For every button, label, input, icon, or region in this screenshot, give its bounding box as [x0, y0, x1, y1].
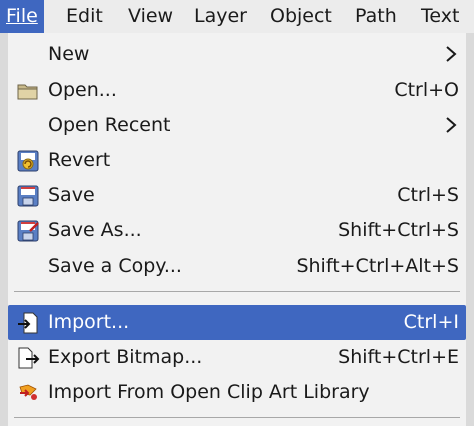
menu-item-revert[interactable]: Revert: [8, 143, 466, 178]
save-icon: [17, 185, 39, 207]
menu-item-save-as-shortcut: Shift+Ctrl+S: [338, 219, 459, 241]
menu-layer-label: Layer: [194, 5, 247, 27]
dropdown-left-border: [0, 33, 8, 426]
menu-view[interactable]: View: [122, 0, 179, 33]
menu-item-save-copy[interactable]: Save a Copy... Shift+Ctrl+Alt+S: [8, 249, 466, 284]
dropdown-right-border: [466, 33, 474, 426]
menu-object[interactable]: Object: [264, 0, 338, 33]
menu-file[interactable]: File: [0, 0, 44, 33]
menu-item-export-bitmap[interactable]: Export Bitmap... Shift+Ctrl+E: [8, 340, 466, 375]
export-icon: [18, 347, 40, 369]
menu-item-revert-label: Revert: [48, 149, 111, 171]
menu-item-save-label: Save: [48, 184, 95, 206]
menu-item-import[interactable]: Import... Ctrl+I: [8, 305, 466, 340]
menu-item-save-as-label: Save As...: [48, 219, 142, 241]
menu-item-save-copy-label: Save a Copy...: [48, 255, 182, 277]
menu-bar: File Edit View Layer Object Path Text: [0, 0, 474, 33]
menu-object-label: Object: [270, 5, 332, 27]
menu-item-import-shortcut: Ctrl+I: [403, 311, 459, 333]
folder-icon: [17, 84, 38, 100]
chevron-right-icon: [446, 46, 457, 62]
menu-separator: [14, 291, 460, 292]
menu-item-save[interactable]: Save Ctrl+S: [8, 178, 466, 213]
menu-path[interactable]: Path: [349, 0, 403, 33]
menu-item-export-bitmap-label: Export Bitmap...: [48, 346, 203, 368]
menu-item-new[interactable]: New: [8, 37, 466, 72]
menu-edit[interactable]: Edit: [60, 0, 109, 33]
menu-item-save-shortcut: Ctrl+S: [397, 184, 459, 206]
file-menu-dropdown: New Open... Ctrl+O Open Recent Revert Sa…: [0, 33, 474, 426]
menu-item-open-shortcut: Ctrl+O: [394, 79, 459, 101]
menu-item-new-label: New: [48, 43, 90, 65]
menu-layer[interactable]: Layer: [188, 0, 253, 33]
menu-item-open-recent[interactable]: Open Recent: [8, 108, 466, 143]
menu-item-import-label: Import...: [48, 311, 130, 333]
clipart-icon: [19, 384, 37, 400]
menu-item-import-clipart[interactable]: Import From Open Clip Art Library: [8, 375, 466, 410]
menu-item-import-clipart-label: Import From Open Clip Art Library: [48, 381, 370, 403]
menu-item-open[interactable]: Open... Ctrl+O: [8, 73, 466, 108]
menu-item-open-label: Open...: [48, 79, 117, 101]
chevron-right-icon: [446, 117, 457, 133]
import-icon: [18, 312, 38, 334]
menu-path-label: Path: [355, 5, 397, 27]
menu-item-save-as[interactable]: Save As... Shift+Ctrl+S: [8, 213, 466, 248]
menu-text-label: Text: [421, 5, 460, 27]
save-as-icon: [17, 220, 39, 242]
menu-edit-label: Edit: [66, 5, 103, 27]
menu-item-export-bitmap-shortcut: Shift+Ctrl+E: [338, 346, 459, 368]
menu-item-save-copy-shortcut: Shift+Ctrl+Alt+S: [296, 255, 459, 277]
menu-text[interactable]: Text: [415, 0, 465, 33]
menu-view-label: View: [128, 5, 174, 27]
revert-icon: [17, 150, 39, 172]
menu-item-open-recent-label: Open Recent: [48, 114, 171, 136]
menu-separator-bottom: [14, 417, 460, 418]
menu-file-label: File: [6, 5, 38, 27]
